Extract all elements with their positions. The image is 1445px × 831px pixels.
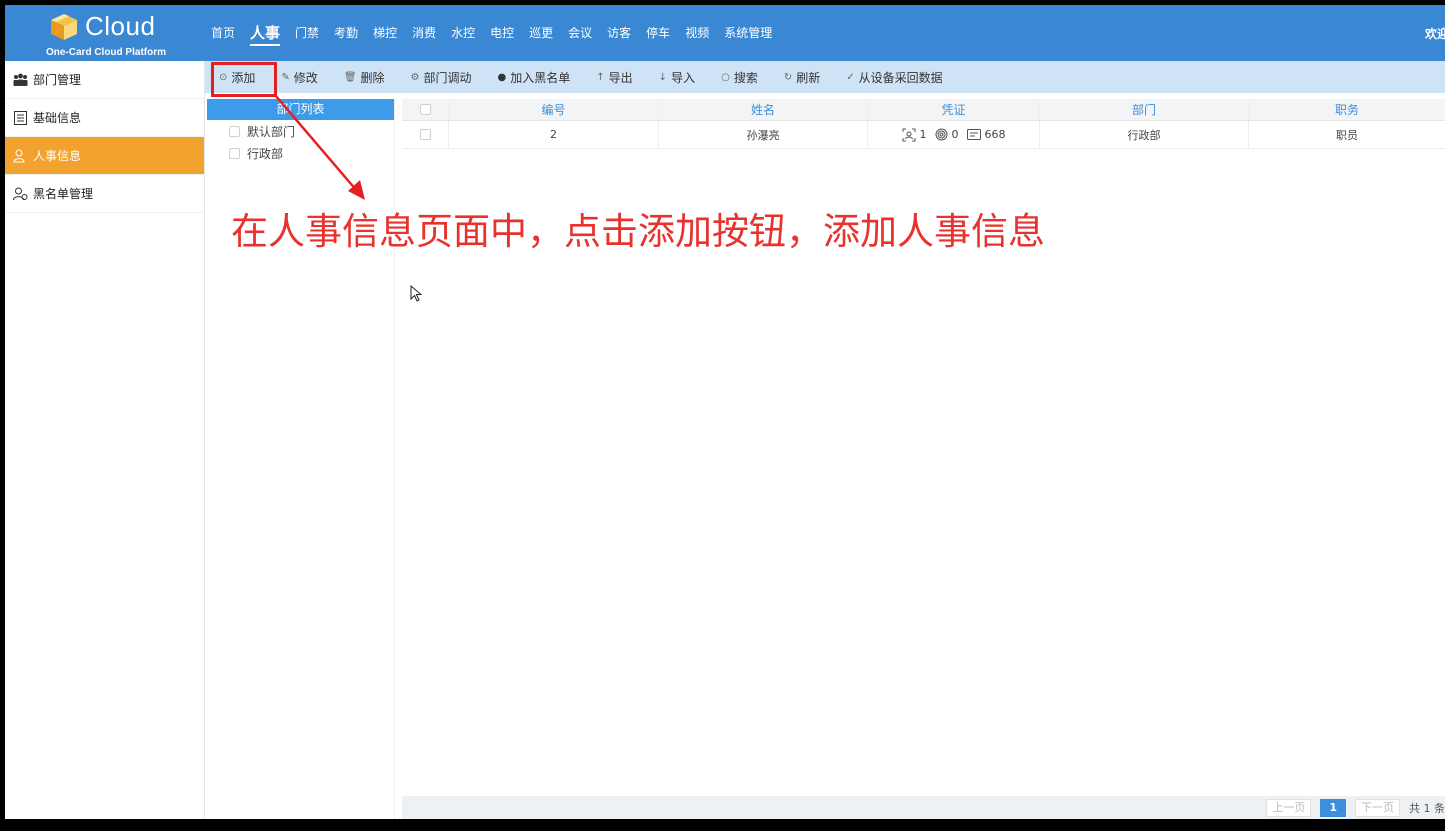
refresh-button[interactable]: ↻ 刷新	[784, 69, 820, 86]
nav-consumption[interactable]: 消费	[412, 5, 436, 61]
column-header-id[interactable]: 编号	[449, 99, 659, 120]
exclamation-icon: ●	[497, 71, 507, 83]
fingerprint-count: 0	[951, 128, 959, 141]
column-header-name[interactable]: 姓名	[659, 99, 868, 120]
prev-page-button[interactable]: 上一页	[1266, 799, 1312, 817]
app-window: Cloud One-Card Cloud Platform 首页 人事 门禁 考…	[5, 5, 1445, 819]
column-header-department[interactable]: 部门	[1040, 99, 1249, 120]
card-icon	[966, 129, 981, 140]
card-number: 668	[984, 128, 1006, 141]
cell-name: 孙瀑亮	[659, 121, 868, 148]
gear-icon: ⚙	[410, 71, 420, 83]
export-button[interactable]: ↑ 导出	[596, 69, 632, 86]
nav-system[interactable]: 系统管理	[724, 5, 772, 61]
nav-water-control[interactable]: 水控	[451, 5, 475, 61]
search-icon: ○	[721, 71, 730, 83]
next-page-button[interactable]: 下一页	[1355, 799, 1400, 817]
arrow-up-icon: ↑	[596, 71, 605, 83]
current-page-button[interactable]: 1	[1320, 799, 1346, 817]
total-count: 共 1 条	[1409, 802, 1445, 815]
welcome-text: 欢迎	[1424, 27, 1445, 41]
blacklist-button[interactable]: ● 加入黑名单	[498, 69, 571, 86]
cell-id: 2	[449, 121, 659, 148]
import-button[interactable]: ↓ 导入	[659, 69, 695, 86]
nav-video[interactable]: 视频	[685, 5, 709, 61]
cell-position: 职员	[1336, 128, 1358, 142]
search-button[interactable]: ○ 搜索	[721, 69, 758, 86]
fingerprint-icon	[935, 128, 947, 141]
fetch-device-data-button[interactable]: ✓ 从设备采回数据	[846, 69, 942, 86]
nav-parking[interactable]: 停车	[646, 5, 670, 61]
column-header-position[interactable]: 职务	[1249, 99, 1445, 120]
cell-credential: 1 0 668	[868, 121, 1040, 148]
annotation-arrow-icon	[274, 94, 365, 200]
nav-visitor[interactable]: 访客	[607, 5, 631, 61]
select-all-checkbox[interactable]	[419, 104, 431, 115]
pagination: 上一页 1 下一页 共 1 条	[1266, 799, 1445, 817]
cell-department: 行政部	[1040, 121, 1249, 148]
nav-power-control[interactable]: 电控	[490, 5, 514, 61]
check-icon: ✓	[846, 71, 855, 83]
personnel-table: 编号 姓名 凭证 部门 职务 2 孙瀑亮 1 0 668 行政部 职员	[402, 99, 1445, 149]
select-all-cell	[402, 99, 449, 120]
nav-meeting[interactable]: 会议	[568, 5, 592, 61]
row-checkbox[interactable]	[419, 129, 431, 140]
tutorial-annotation: 在人事信息页面中，点击添加按钮，添加人事信息	[231, 210, 1045, 253]
transfer-button[interactable]: ⚙ 部门调动	[411, 69, 472, 86]
arrow-down-icon: ↓	[658, 71, 668, 83]
pagination-bar: 上一页 1 下一页 共 1 条	[402, 796, 1445, 819]
face-count: 1	[919, 128, 927, 141]
nav-patrol[interactable]: 巡更	[529, 5, 553, 61]
face-scan-icon	[902, 128, 915, 141]
row-select-cell	[402, 121, 449, 148]
mouse-cursor-icon	[410, 285, 422, 302]
table-row[interactable]: 2 孙瀑亮 1 0 668 行政部 职员	[402, 121, 1445, 149]
table-header: 编号 姓名 凭证 部门 职务	[402, 99, 1445, 121]
column-header-credential[interactable]: 凭证	[868, 99, 1040, 120]
refresh-icon: ↻	[783, 71, 793, 83]
